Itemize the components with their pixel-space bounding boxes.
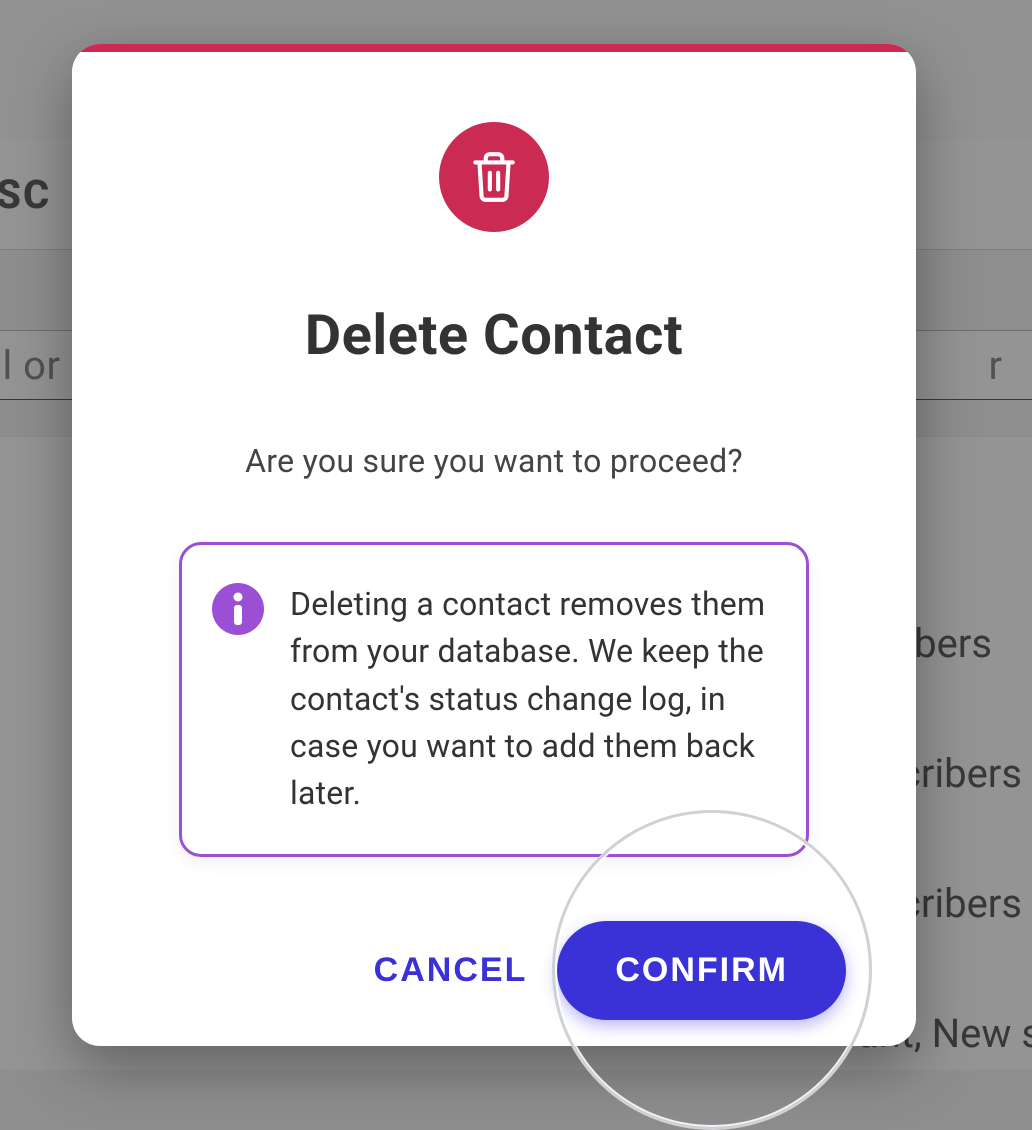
trash-icon: [439, 122, 549, 232]
delete-contact-modal: Delete Contact Are you sure you want to …: [72, 44, 916, 1046]
modal-actions: CANCEL CONFIRM: [72, 921, 916, 1020]
info-icon-svg: [212, 583, 264, 635]
info-text: Deleting a contact removes them from you…: [290, 581, 776, 818]
info-box: Deleting a contact removes them from you…: [179, 542, 809, 857]
info-icon: [212, 581, 264, 818]
modal-title: Delete Contact: [305, 302, 684, 368]
modal-content: Delete Contact Are you sure you want to …: [72, 52, 916, 1046]
trash-icon-svg: [469, 150, 519, 204]
cancel-button[interactable]: CANCEL: [374, 951, 528, 990]
modal-accent-bar: [72, 44, 916, 52]
confirm-button[interactable]: CONFIRM: [557, 921, 846, 1020]
modal-subtitle: Are you sure you want to proceed?: [245, 442, 743, 480]
